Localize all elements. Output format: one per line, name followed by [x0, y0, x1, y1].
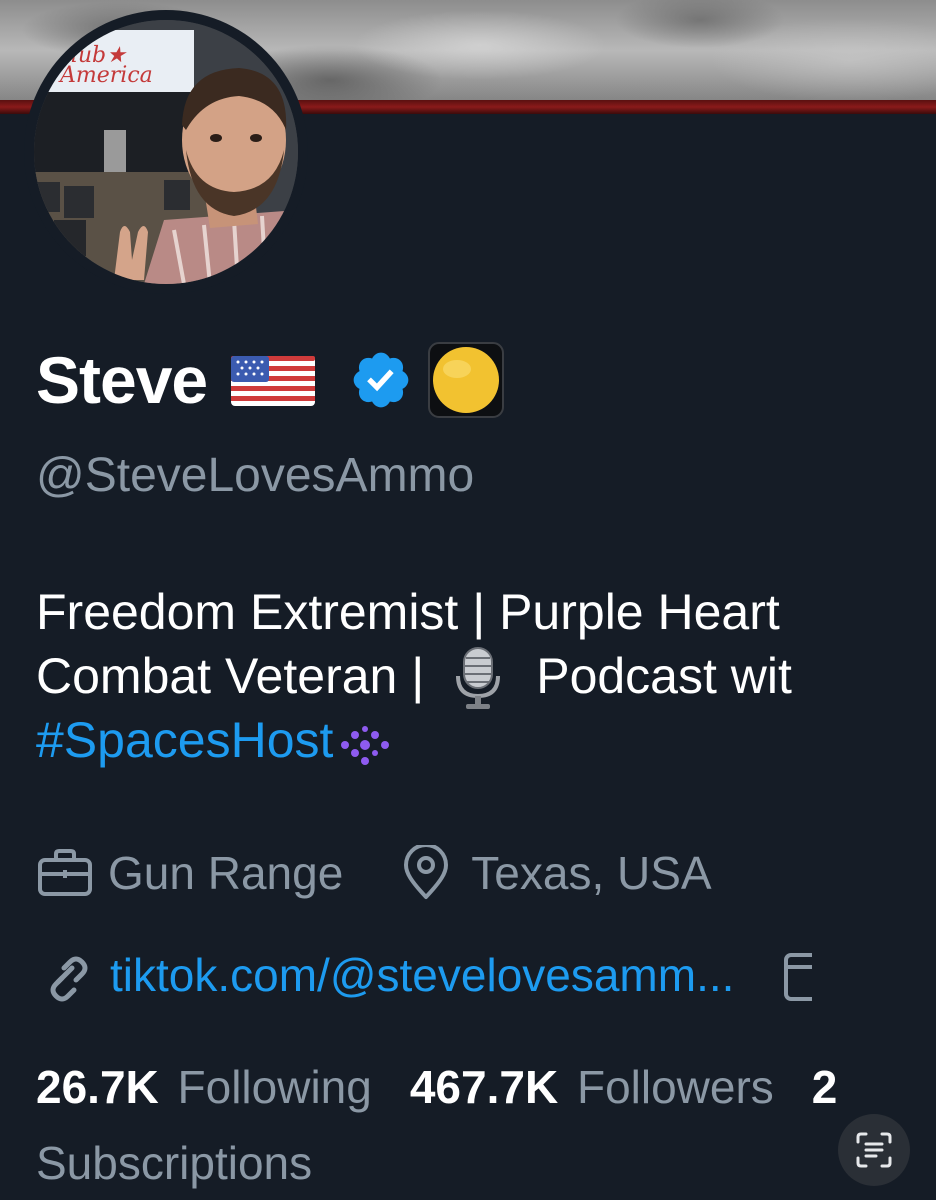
location-item: Texas, USA	[401, 843, 712, 901]
followers-label: Followers	[576, 1061, 774, 1113]
followers-count: 467.7K	[409, 1061, 559, 1113]
link-icon	[36, 946, 94, 1004]
scan-text-icon	[854, 1130, 894, 1170]
following-stat[interactable]: 26.7K Following	[36, 1060, 372, 1114]
display-name-row: Steve	[36, 330, 505, 430]
profile-page: Club★ America Steve @SteveLovesAmmo Free…	[0, 0, 936, 1200]
profile-stats-row: 26.7K Following 467.7K Followers 2	[36, 1060, 837, 1114]
affiliate-badge-icon[interactable]	[427, 341, 505, 419]
bio-text-2b: Podcast wit	[536, 648, 792, 704]
profile-link-row: tiktok.com/@stevelovesamm...	[36, 946, 813, 1004]
subscriptions-count[interactable]: 2	[812, 1060, 838, 1114]
location-pin-icon	[401, 843, 451, 901]
calendar-icon	[782, 947, 813, 1003]
microphone-icon	[448, 646, 508, 709]
profile-handle: @SteveLovesAmmo	[36, 449, 475, 502]
followers-stat[interactable]: 467.7K Followers	[410, 1060, 774, 1114]
bio-line-2: Combat Veteran | Podcast wit	[36, 644, 936, 709]
avatar[interactable]: Club★ America	[24, 10, 308, 294]
verified-badge-icon[interactable]	[349, 348, 413, 412]
bio-text-2a: Combat Veteran |	[36, 648, 425, 704]
profession-item: Gun Range	[36, 846, 343, 900]
location-text: Texas, USA	[471, 847, 712, 899]
profile-meta-row: Gun Range Texas, USA	[36, 843, 712, 901]
sparkle-icon	[337, 718, 393, 765]
bio-text-1: Freedom Extremist | Purple Heart	[36, 584, 780, 640]
profile-bio: Freedom Extremist | Purple Heart Combat …	[36, 580, 936, 772]
website-link[interactable]: tiktok.com/@stevelovesamm...	[110, 948, 734, 1002]
hashtag-link[interactable]: #SpacesHost	[36, 708, 333, 772]
display-name: Steve	[36, 343, 208, 417]
following-label: Following	[177, 1061, 372, 1113]
bio-line-1: Freedom Extremist | Purple Heart	[36, 580, 936, 644]
scan-text-button[interactable]	[838, 1114, 910, 1186]
us-flag-icon	[231, 352, 316, 408]
svg-text:America: America	[58, 63, 153, 88]
subscriptions-label[interactable]: Subscriptions	[36, 1136, 312, 1190]
following-count: 26.7K	[36, 1061, 159, 1113]
avatar-photo: Club★ America	[34, 20, 298, 284]
profession-text: Gun Range	[108, 847, 344, 899]
bio-line-3: #SpacesHost	[36, 708, 936, 772]
briefcase-icon	[36, 848, 94, 898]
